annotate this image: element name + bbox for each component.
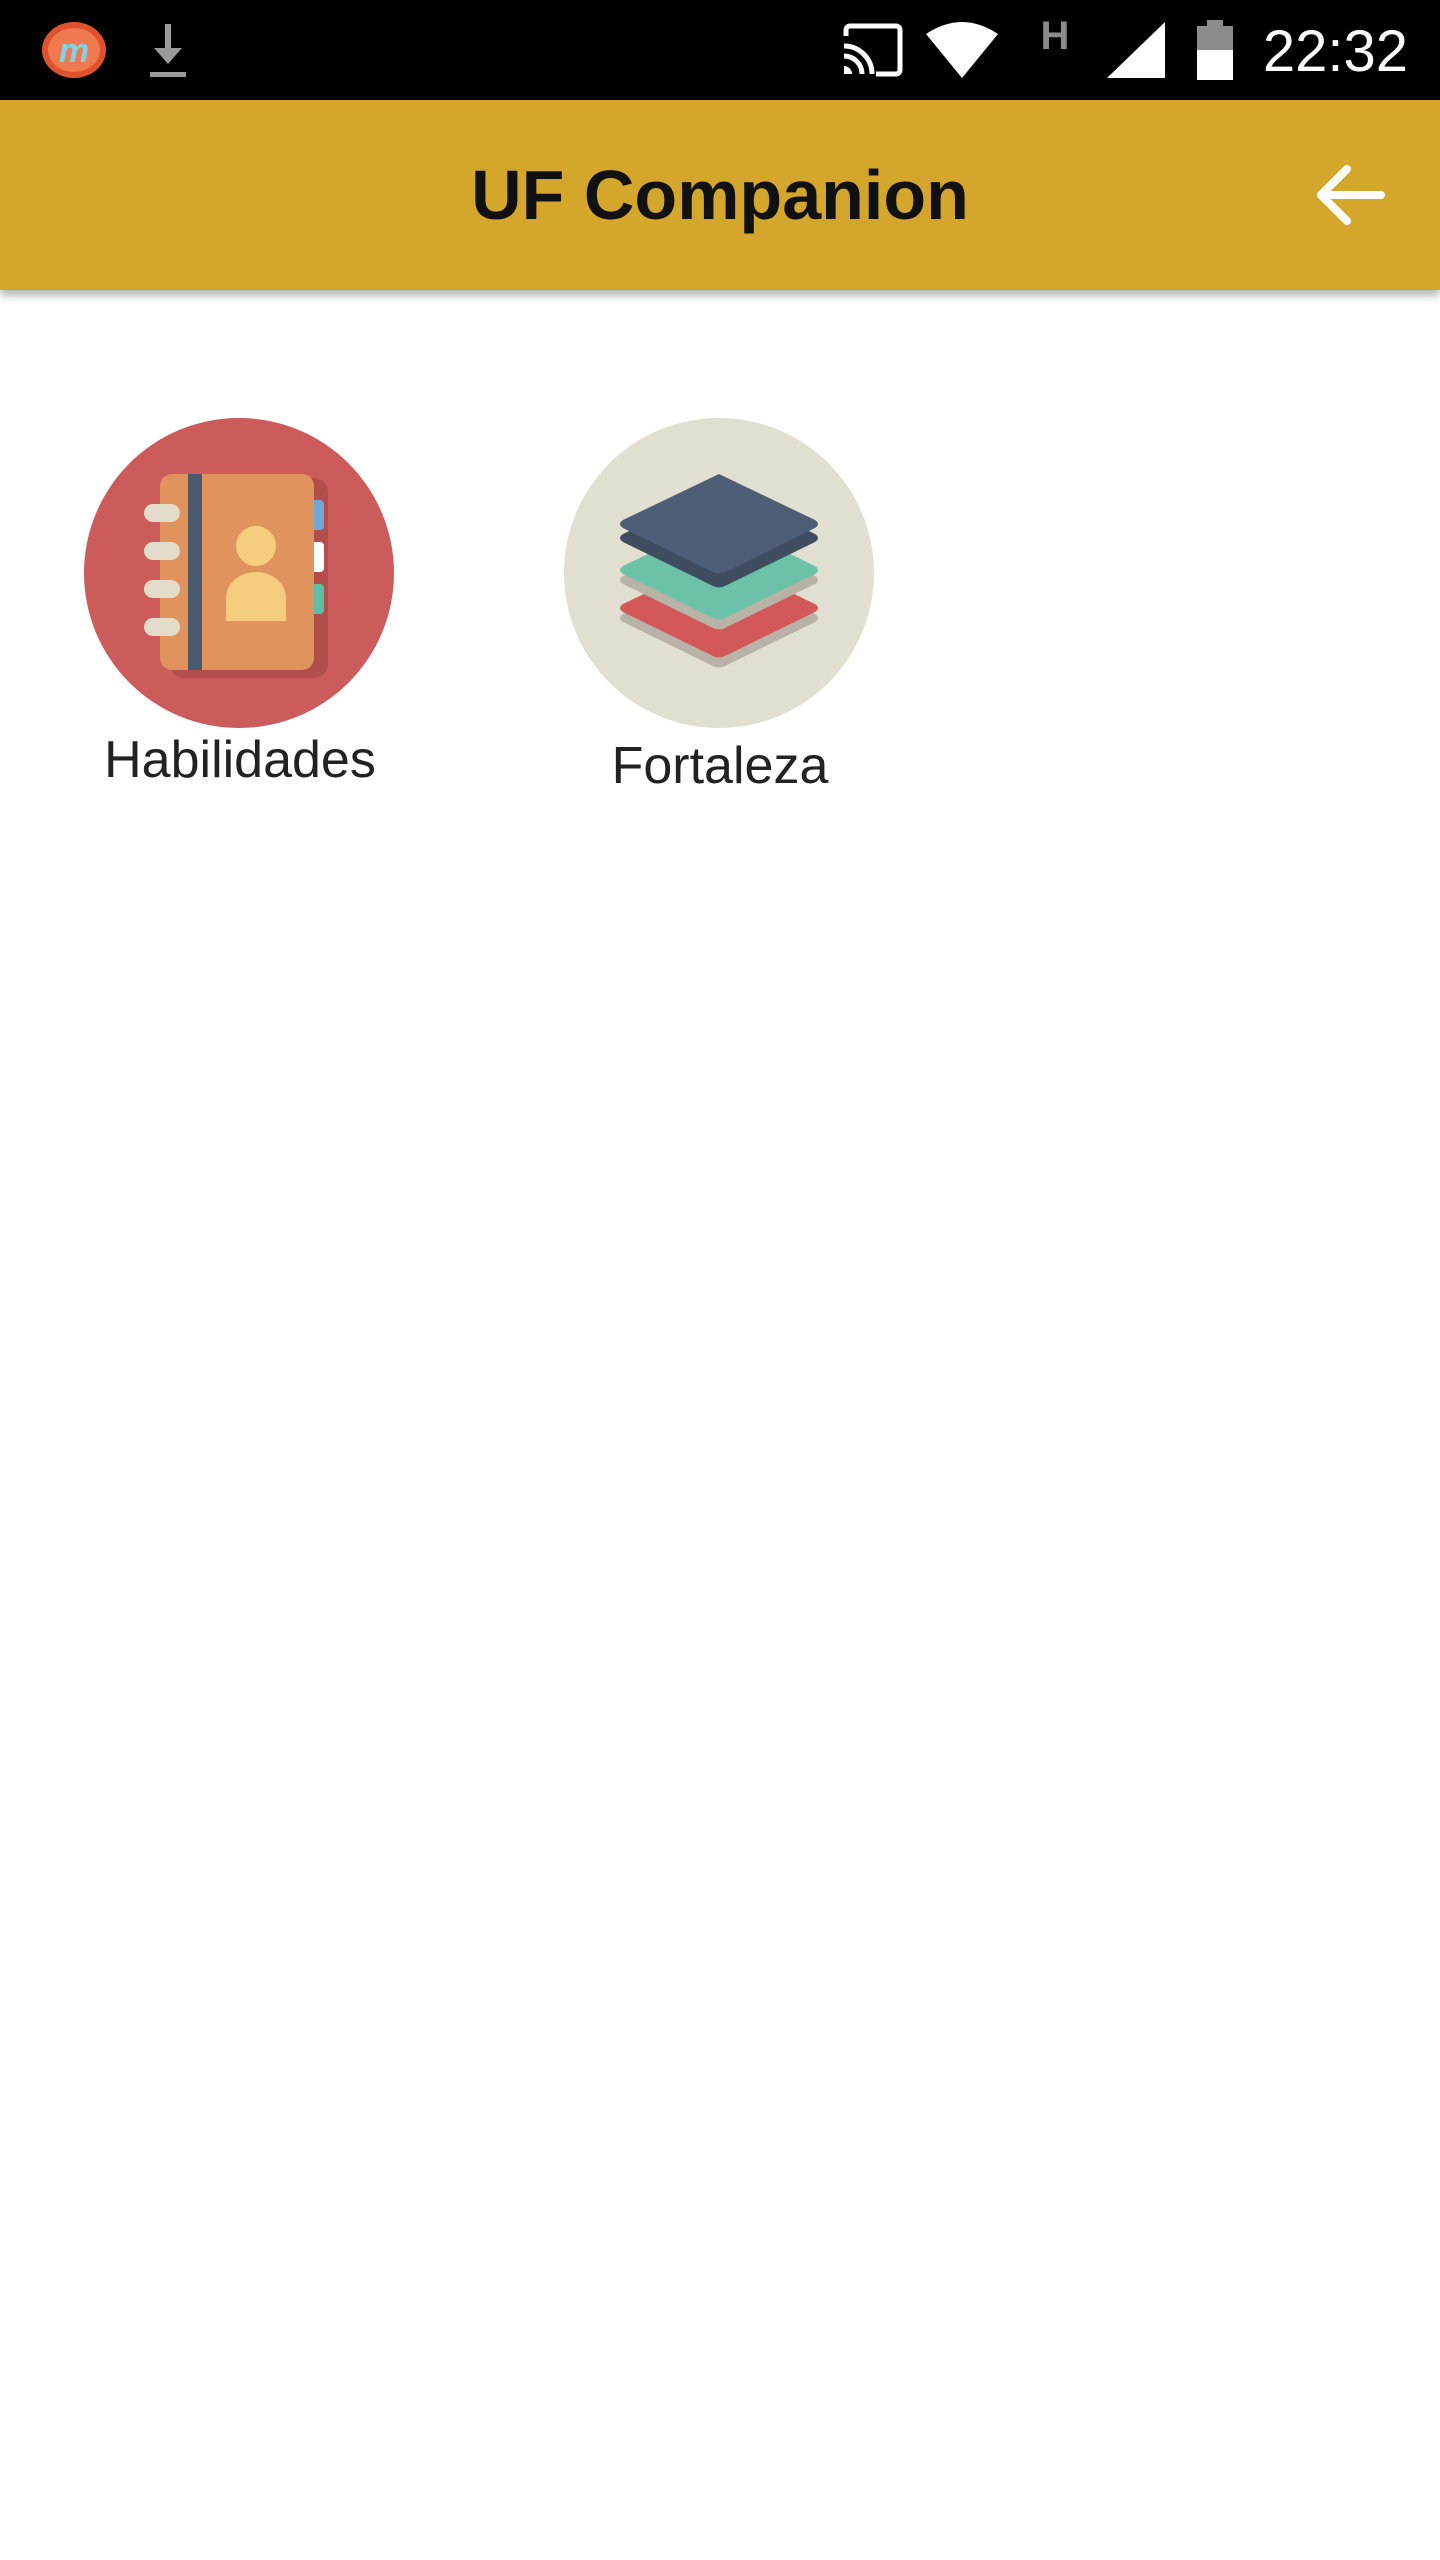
- status-bar: m H 22:32: [0, 0, 1440, 100]
- habilidades-item[interactable]: Habilidades: [30, 418, 450, 808]
- address-book-icon: [84, 418, 394, 728]
- fortaleza-item[interactable]: Fortaleza: [510, 418, 930, 808]
- network-type-label: H: [1040, 14, 1070, 58]
- fortaleza-label: Fortaleza: [611, 737, 829, 795]
- battery-icon: [1190, 0, 1240, 100]
- arrow-back-icon: [1317, 165, 1385, 225]
- svg-text:m: m: [59, 32, 89, 70]
- signal-icon: [1100, 0, 1170, 100]
- status-time: 22:32: [1262, 19, 1408, 84]
- habilidades-label: Habilidades: [104, 731, 376, 789]
- app-m-icon: m: [38, 0, 110, 100]
- cast-icon: [838, 0, 908, 100]
- layers-icon: [564, 418, 874, 728]
- wifi-icon: [922, 0, 1002, 100]
- app-title: UF Companion: [471, 156, 969, 234]
- download-icon: [140, 0, 196, 100]
- app-bar: UF Companion: [0, 100, 1440, 290]
- back-button[interactable]: [1310, 155, 1390, 235]
